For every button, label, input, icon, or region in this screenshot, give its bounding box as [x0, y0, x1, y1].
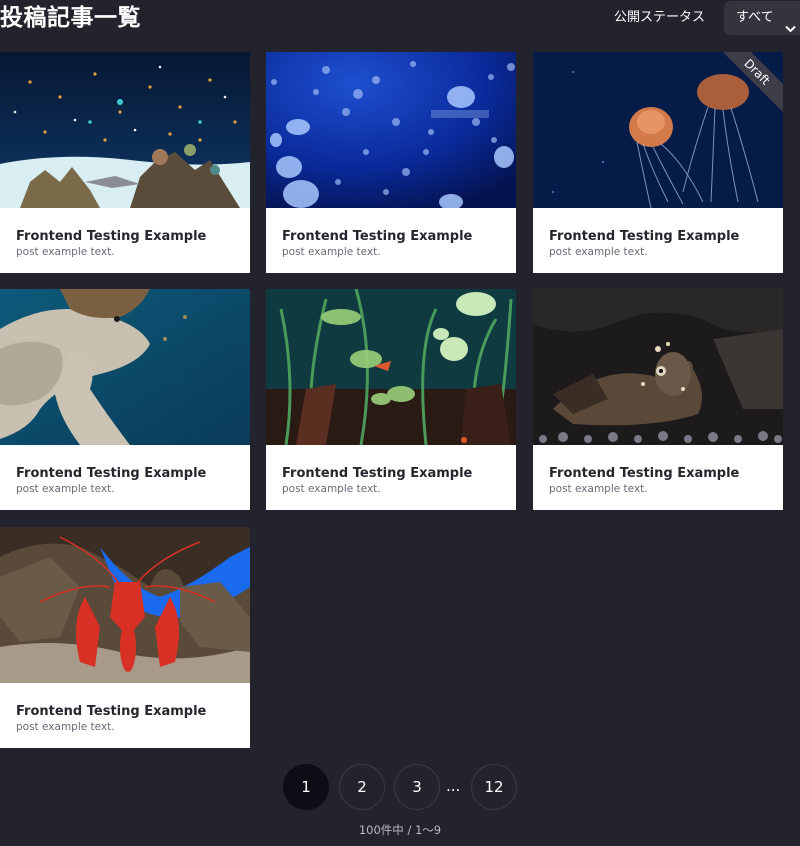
post-card[interactable]: Frontend Testing Example post example te…: [266, 289, 516, 510]
post-card[interactable]: Frontend Testing Example post example te…: [266, 52, 516, 273]
post-title: Frontend Testing Example: [549, 229, 740, 244]
status-filter-select[interactable]: すべて: [724, 1, 800, 35]
post-excerpt: post example text.: [282, 246, 381, 258]
post-card[interactable]: Draft Frontend Testing Example post exam…: [533, 52, 783, 273]
page-button-current[interactable]: 1: [283, 764, 329, 810]
post-thumbnail: [266, 52, 516, 208]
post-thumbnail: [0, 289, 250, 445]
post-excerpt: post example text.: [282, 483, 381, 495]
post-title: Frontend Testing Example: [16, 466, 207, 481]
page-button[interactable]: 3: [394, 764, 440, 810]
post-excerpt: post example text.: [549, 246, 648, 258]
post-excerpt: post example text.: [16, 246, 115, 258]
post-excerpt: post example text.: [549, 483, 648, 495]
post-title: Frontend Testing Example: [16, 229, 207, 244]
post-excerpt: post example text.: [16, 483, 115, 495]
post-card[interactable]: Frontend Testing Example post example te…: [0, 52, 250, 273]
post-thumbnail: [533, 289, 783, 445]
status-filter-value: すべて: [736, 10, 774, 25]
pagination: 1 2 3 ... 12: [0, 764, 800, 812]
page-header: 投稿記事一覧 公開ステータス すべて: [0, 0, 800, 36]
post-title: Frontend Testing Example: [549, 466, 740, 481]
pagination-summary: 100件中 / 1〜9: [358, 823, 442, 837]
post-thumbnail: [266, 289, 516, 445]
post-title: Frontend Testing Example: [282, 229, 473, 244]
status-filter-label: 公開ステータス: [614, 10, 706, 25]
pagination-ellipsis: ...: [446, 777, 461, 795]
chevron-down-icon: [785, 13, 796, 47]
post-card[interactable]: Frontend Testing Example post example te…: [533, 289, 783, 510]
page-button-last[interactable]: 12: [471, 764, 517, 810]
post-title: Frontend Testing Example: [16, 704, 207, 719]
post-card[interactable]: Frontend Testing Example post example te…: [0, 527, 250, 748]
post-title: Frontend Testing Example: [282, 466, 473, 481]
post-excerpt: post example text.: [16, 721, 115, 733]
post-thumbnail: [0, 527, 250, 683]
page-title: 投稿記事一覧: [0, 5, 141, 31]
page-button[interactable]: 2: [339, 764, 385, 810]
post-card[interactable]: Frontend Testing Example post example te…: [0, 289, 250, 510]
post-thumbnail: [0, 52, 250, 208]
